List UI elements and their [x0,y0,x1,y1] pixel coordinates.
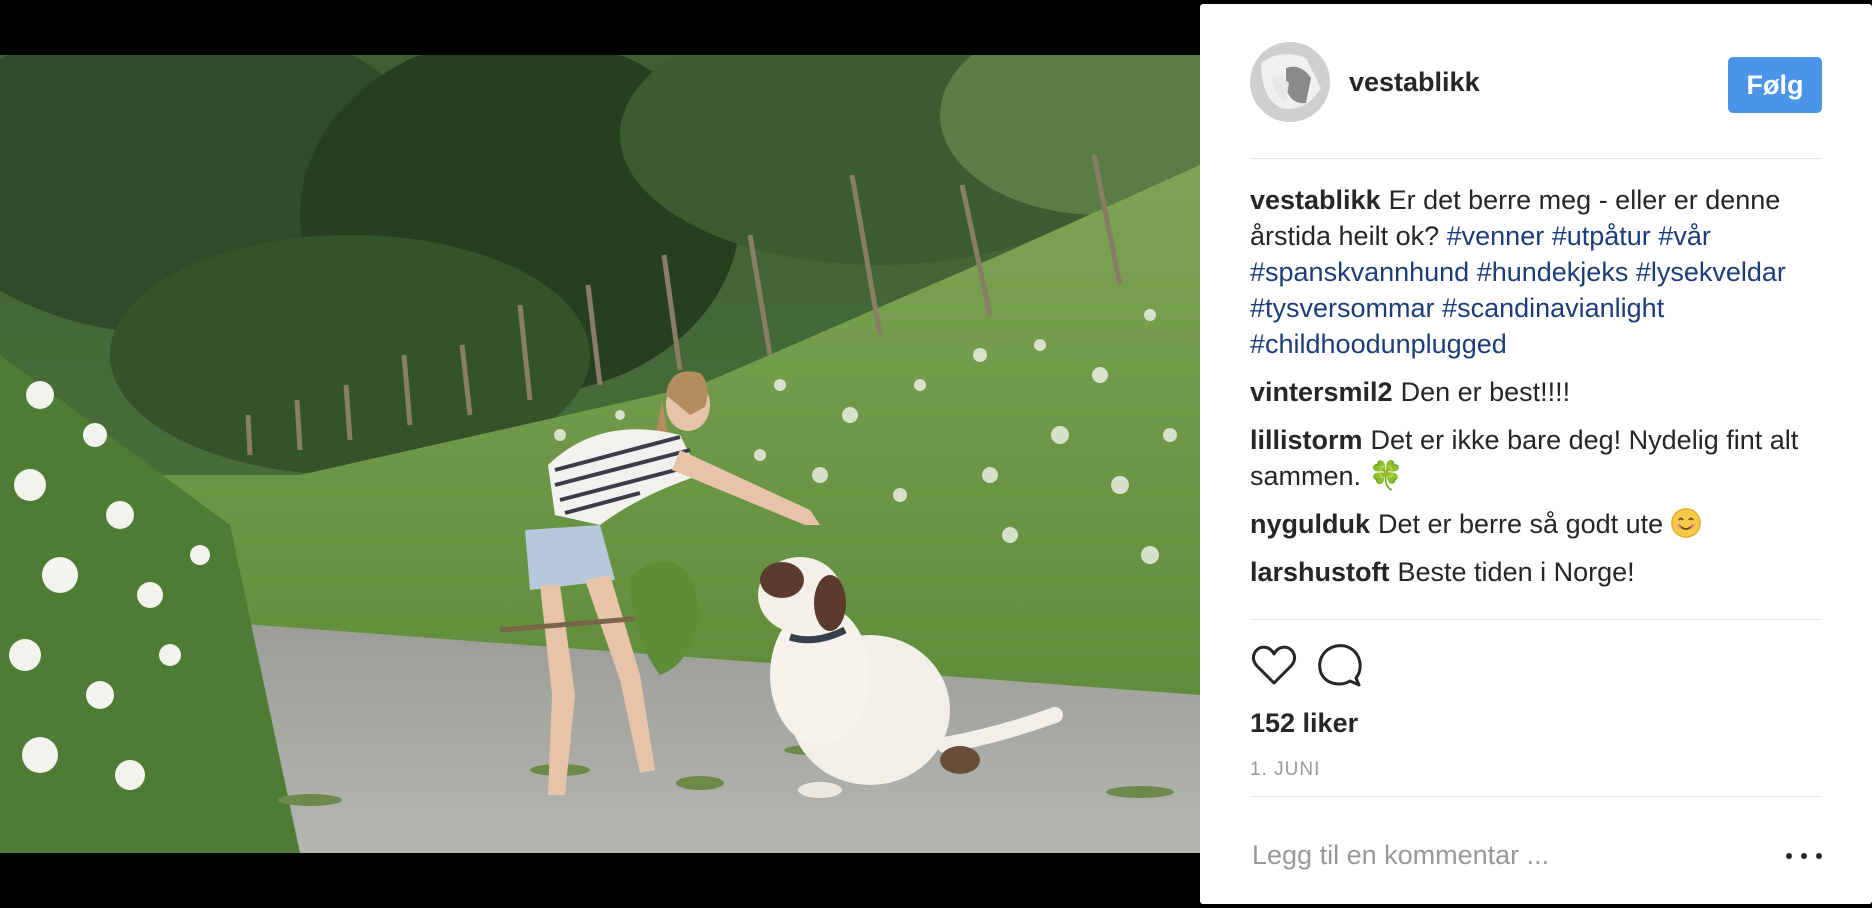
caption: vestablikk Er det berre meg - eller er de… [1250,182,1822,362]
post-actions [1250,641,1822,691]
smiling-face-icon [1670,508,1701,538]
hashtag[interactable]: #tysversommar [1250,293,1435,323]
comment-text: Beste tiden i Norge! [1397,557,1635,587]
avatar[interactable] [1250,42,1330,122]
hashtag[interactable]: #lysekveldar [1636,257,1786,287]
hashtag[interactable]: #vår [1658,221,1711,251]
caption-username[interactable]: vestablikk [1250,185,1381,215]
comment-item: larshustoft Beste tiden i Norge! [1250,554,1822,590]
comment-username[interactable]: lillistorm [1250,425,1363,455]
post-username[interactable]: vestablikk [1349,67,1480,98]
dot [1786,853,1792,859]
comment-item: nygulduk Det er berre så godt ute [1250,506,1822,542]
dot [1816,853,1822,859]
hashtag[interactable]: #hundekjeks [1477,257,1629,287]
hashtag[interactable]: #spanskvannhund [1250,257,1469,287]
comment-username[interactable]: vintersmil2 [1250,377,1393,407]
photo-illustration [0,55,1200,853]
comment-text: Den er best!!!! [1400,377,1571,407]
hashtag[interactable]: #utpåtur [1552,221,1651,251]
comment-text: Det er berre så godt ute [1378,509,1664,539]
add-comment-input[interactable] [1252,835,1752,875]
like-count[interactable]: 152 liker [1250,708,1358,739]
speech-bubble-icon[interactable] [1316,641,1364,689]
comment-text: … [1285,605,1312,619]
comment-username[interactable]: larshustoft [1250,557,1390,587]
header-divider [1250,158,1822,159]
post-header: vestablikk Følg [1250,42,1822,122]
heart-icon[interactable] [1250,641,1298,689]
four-leaf-clover-icon: 🍀 [1368,460,1404,491]
comments-list[interactable]: vestablikk Er det berre meg - eller er de… [1250,182,1822,619]
photo-area [0,0,1200,908]
hashtag[interactable]: #childhoodunplugged [1250,329,1507,359]
comment-username[interactable]: nygulduk [1250,509,1370,539]
comment-item: lillistorm Det er ikke bare deg! Nydelig … [1250,422,1822,494]
comments-divider [1250,619,1822,620]
hashtag[interactable]: #scandinavianlight [1442,293,1664,323]
avatar-image [1251,43,1329,121]
comment-item: vintersmil2 Den er best!!!! [1250,374,1822,410]
comment-username[interactable]: … [1250,605,1277,619]
follow-button[interactable]: Følg [1728,57,1822,113]
comment-item-partial: …… [1250,602,1822,619]
hashtag[interactable]: #venner [1447,221,1545,251]
post-photo[interactable] [0,55,1200,853]
post-date: 1. JUNI [1250,759,1321,780]
dot [1801,853,1807,859]
more-options-icon[interactable] [1786,844,1822,868]
footer-divider [1250,796,1822,797]
post-info-panel: vestablikk Følg vestablikk Er det berre m… [1200,4,1872,904]
